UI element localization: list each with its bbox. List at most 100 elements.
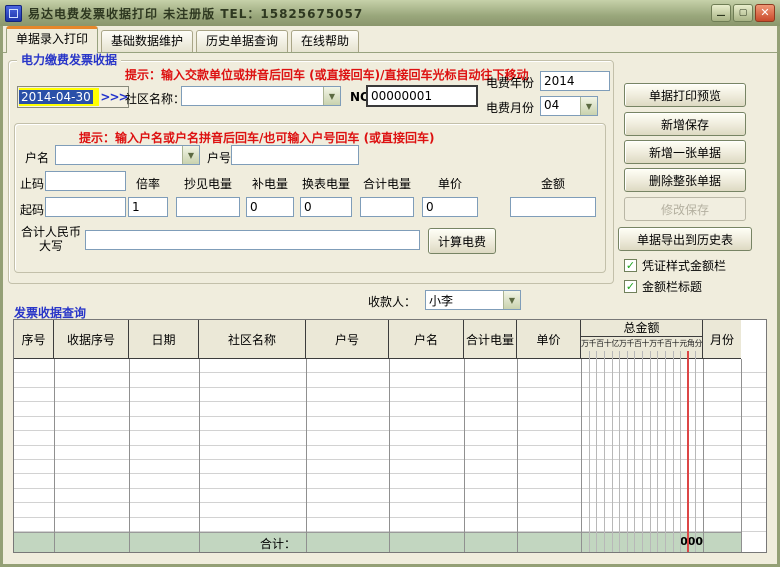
calc-fee-button[interactable]: 计算电费 (428, 228, 496, 254)
minimize-button[interactable]: — (711, 4, 731, 22)
fee-month-value[interactable]: 04 (541, 97, 580, 115)
query-table-body (14, 359, 766, 532)
add-save-button[interactable]: 新增保存 (624, 112, 746, 136)
amount-subdivider (596, 351, 597, 552)
meter-reading-field[interactable] (176, 197, 240, 217)
table-row[interactable] (14, 388, 766, 402)
payee-label: 收款人： (368, 293, 416, 310)
col-header-date[interactable]: 日期 (129, 320, 199, 358)
export-history-button[interactable]: 单据导出到历史表 (618, 227, 752, 251)
multiplier-field[interactable] (128, 197, 168, 217)
chevron-down-icon[interactable]: ▼ (323, 87, 340, 105)
maximize-button[interactable]: ▢ (733, 4, 753, 22)
amount-subdivider (604, 351, 605, 552)
chevron-down-icon[interactable]: ▼ (503, 291, 520, 309)
amount-subdivider (612, 351, 613, 552)
fee-year-field[interactable] (540, 71, 610, 91)
voucher-style-checkbox[interactable]: ✓ 凭证样式金额栏 (624, 257, 726, 274)
meter-change-field[interactable] (300, 197, 352, 217)
account-no-label: 户号 (207, 149, 231, 166)
close-button[interactable]: ✕ (755, 4, 775, 22)
table-row[interactable] (14, 431, 766, 445)
payee-value[interactable]: 小李 (426, 291, 503, 309)
amount-title-checkbox-label: 金额栏标题 (642, 278, 702, 295)
column-divider (703, 359, 704, 552)
column-divider (741, 359, 742, 552)
amount-digit-label: 万 (581, 337, 589, 358)
table-row[interactable] (14, 446, 766, 460)
col-header-unit-price[interactable]: 单价 (517, 320, 581, 358)
table-row[interactable] (14, 359, 766, 373)
table-row[interactable] (14, 460, 766, 474)
col-header-total-energy[interactable]: 合计电量 (464, 320, 517, 358)
total-label: 合计： (260, 535, 296, 552)
table-row[interactable] (14, 489, 766, 503)
unit-price-field[interactable] (422, 197, 478, 217)
start-code-field[interactable] (45, 197, 126, 217)
invoice-date-value[interactable]: 2014-04-30 (19, 88, 99, 106)
table-row[interactable] (14, 417, 766, 431)
start-code-label: 起码 (20, 201, 44, 218)
tab-history-query[interactable]: 历史单据查询 (196, 30, 288, 52)
amount-subdivider (589, 351, 590, 552)
delete-receipt-button[interactable]: 删除整张单据 (624, 168, 746, 192)
new-receipt-button[interactable]: 新增一张单据 (624, 140, 746, 164)
yuan-divider-redline (687, 351, 689, 552)
tab-bar: 单据录入打印 基础数据维护 历史单据查询 在线帮助 (3, 26, 777, 53)
column-divider (54, 359, 55, 552)
chevron-down-icon[interactable]: ▼ (182, 146, 199, 164)
community-label: 社区名称： (125, 90, 185, 107)
col-header-account-name[interactable]: 户名 (389, 320, 464, 358)
checkmark-icon[interactable]: ✓ (624, 259, 637, 272)
account-no-field[interactable] (231, 145, 359, 165)
total-row: 合计： (14, 532, 741, 552)
column-divider (581, 359, 582, 552)
account-name-value[interactable] (56, 146, 182, 164)
unit-price-label: 单价 (422, 175, 478, 192)
tab-base-data[interactable]: 基础数据维护 (101, 30, 193, 52)
community-combobox[interactable]: ▼ (181, 86, 341, 106)
amount-subdivider (657, 351, 658, 552)
chevron-down-icon[interactable]: ▼ (580, 97, 597, 115)
invoice-date-field[interactable]: 2014-04-30 >>> (17, 86, 129, 108)
amount-subdivider (634, 351, 635, 552)
fee-month-combobox[interactable]: 04 ▼ (540, 96, 598, 116)
window-title: 易达电费发票收据打印 未注册版 TEL：15825675057 (28, 5, 363, 22)
column-divider (464, 359, 465, 552)
stop-code-label: 止码 (20, 175, 44, 192)
print-preview-button[interactable]: 单据打印预览 (624, 83, 746, 107)
receipt-no-field[interactable] (366, 85, 478, 107)
amount-field[interactable] (510, 197, 596, 217)
col-header-receipt-no[interactable]: 收据序号 (54, 320, 129, 358)
col-header-account-no[interactable]: 户号 (306, 320, 389, 358)
column-divider (199, 359, 200, 552)
table-row[interactable] (14, 518, 766, 532)
table-row[interactable] (14, 503, 766, 517)
title-bar[interactable]: 易达电费发票收据打印 未注册版 TEL：15825675057 — ▢ ✕ (0, 0, 780, 26)
col-header-seq[interactable]: 序号 (14, 320, 54, 358)
community-value[interactable] (182, 87, 323, 105)
date-more-button[interactable]: >>> (100, 87, 128, 107)
meter-change-label: 换表电量 (300, 175, 352, 192)
modify-save-button[interactable]: 修改保存 (624, 197, 746, 221)
checkmark-icon[interactable]: ✓ (624, 280, 637, 293)
amount-title-checkbox[interactable]: ✓ 金额栏标题 (624, 278, 702, 295)
meter-groupbox: 提示：输入户名或户名拼音后回车/也可输入户号回车 (或直接回车) 户名 ▼ 户号… (14, 123, 606, 273)
stop-code-field[interactable] (45, 171, 126, 191)
power-fee-group-title: 电力缴费发票收据 (17, 53, 121, 67)
table-row[interactable] (14, 373, 766, 387)
tab-entry-print[interactable]: 单据录入打印 (6, 26, 98, 53)
col-header-community[interactable]: 社区名称 (199, 320, 306, 358)
tab-online-help[interactable]: 在线帮助 (291, 30, 359, 52)
app-icon (5, 5, 22, 22)
amount-subdivider (680, 351, 681, 552)
total-energy-field[interactable] (360, 197, 414, 217)
rmb-words-field[interactable] (85, 230, 420, 250)
table-row[interactable] (14, 474, 766, 488)
table-row[interactable] (14, 402, 766, 416)
fee-month-label: 电费月份 (486, 99, 534, 116)
account-name-combobox[interactable]: ▼ (55, 145, 200, 165)
supplement-field[interactable] (246, 197, 294, 217)
col-header-month[interactable]: 月份 (703, 320, 741, 358)
payee-combobox[interactable]: 小李 ▼ (425, 290, 521, 310)
